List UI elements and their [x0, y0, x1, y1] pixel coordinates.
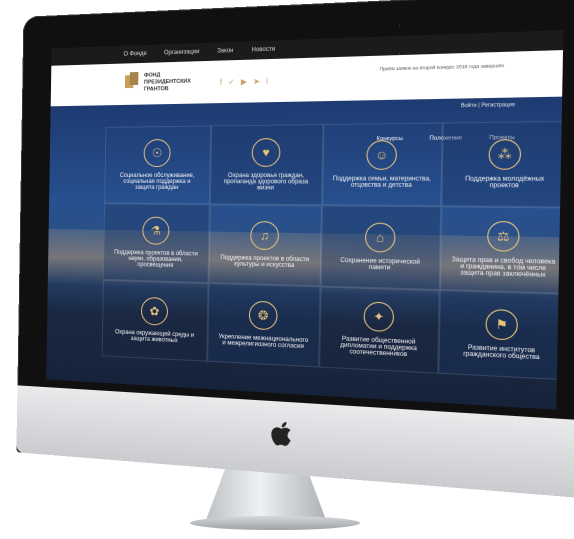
logo-text[interactable]: ФОНД ПРЕЗИДЕНТСКИХ ГРАНТОВ [144, 72, 191, 94]
youth-network-icon: ⁂ [488, 139, 522, 170]
category-label: Укрепление межнационального и межрелигио… [218, 333, 309, 351]
category-tile[interactable]: ☺ Поддержка семьи, материнства, отцовств… [322, 122, 443, 207]
diplomacy-icon: ✦ [363, 301, 395, 333]
category-grid: ☉ Социальное обслуживание, социальная по… [101, 120, 564, 381]
header-notice: Приём заявок на второй конкурс 2018 года… [379, 62, 505, 72]
logo-icon[interactable] [123, 71, 140, 93]
nav-item-about[interactable]: О Фонде [123, 51, 146, 58]
category-label: Сохранение исторической памяти [340, 257, 421, 272]
category-tile[interactable]: ♫ Поддержка проектов в области культуры … [208, 204, 323, 287]
family-icon: ☺ [366, 140, 398, 170]
nav-item-news[interactable]: Новости [251, 47, 275, 54]
category-label: Поддержка семьи, материнства, отцовства … [332, 176, 431, 190]
category-label: Поддержка молодёжных проектов [465, 176, 545, 190]
nav-item-organizations[interactable]: Организации [164, 49, 199, 56]
rights-icon: ⚖ [486, 220, 520, 252]
monitor-frame: О Фонде Организации Закон Новости ФОНД П… [16, 0, 574, 499]
hero-section: Войти | Регистрация Конкурсы Положение П… [46, 96, 564, 410]
info-icon[interactable]: ⅰ [266, 77, 268, 86]
category-label: Развитие общественной дипломатии и подде… [340, 336, 417, 359]
culture-icon: ♫ [250, 220, 280, 251]
nav-item-law[interactable]: Закон [217, 48, 233, 55]
category-tile[interactable]: ❂ Укрепление межнационального и межрелиг… [207, 283, 321, 368]
category-label: Поддержка проектов в области науки, обра… [114, 249, 198, 269]
facebook-icon[interactable]: f [220, 78, 222, 87]
stage: О Фонде Организации Закон Новости ФОНД П… [0, 0, 574, 539]
category-label: Социальное обслуживание, социальная подд… [119, 172, 195, 192]
group-circle-icon: ❂ [248, 300, 278, 331]
apple-logo-icon [270, 420, 291, 447]
category-tile[interactable]: ⚗ Поддержка проектов в области науки, об… [102, 203, 210, 284]
globe-leaf-icon: ✿ [140, 296, 169, 326]
social-links: f ✓ ▶ ➤ ⅰ [220, 77, 269, 87]
category-tile[interactable]: ⌂ Сохранение исторической памяти [320, 205, 442, 291]
monitor-screen: О Фонде Организации Закон Новости ФОНД П… [46, 30, 564, 410]
category-tile[interactable]: ♥ Охрана здоровья граждан, пропаганда зд… [209, 124, 324, 206]
civil-society-icon: ⚑ [485, 308, 519, 341]
monitor-stand-base [190, 516, 360, 530]
category-label: Охрана здоровья граждан, пропаганда здор… [223, 172, 309, 192]
category-label: Развитие институтов гражданского обществ… [463, 344, 540, 362]
heart-hand-icon: ♥ [251, 137, 281, 167]
login-link[interactable]: Войти | Регистрация [461, 102, 515, 109]
flask-icon: ⚗ [142, 216, 170, 245]
telegram-icon[interactable]: ➤ [253, 77, 260, 86]
people-circle-icon: ☉ [143, 139, 171, 168]
youtube-icon[interactable]: ▶ [241, 77, 247, 86]
category-label: Поддержка проектов в области культуры и … [220, 255, 310, 270]
vk-icon[interactable]: ✓ [228, 77, 235, 86]
category-label: Защита прав и свобод человека и граждани… [451, 257, 556, 279]
category-label: Охрана окружающей среды и защита животны… [114, 329, 195, 345]
category-tile[interactable]: ☉ Социальное обслуживание, социальная по… [104, 125, 212, 205]
category-tile[interactable]: ⚖ Защита прав и свобод человека и гражда… [439, 206, 564, 294]
category-tile[interactable]: ✦ Развитие общественной дипломатии и под… [319, 286, 440, 374]
category-tile[interactable]: ✿ Охрана окружающей среды и защита живот… [101, 279, 209, 362]
category-tile[interactable]: ⁂ Поддержка молодёжных проектов [441, 120, 564, 208]
logo-line-3: ГРАНТОВ [143, 86, 169, 93]
monument-icon: ⌂ [364, 222, 396, 253]
category-tile[interactable]: ⚑ Развитие институтов гражданского общес… [438, 290, 564, 381]
